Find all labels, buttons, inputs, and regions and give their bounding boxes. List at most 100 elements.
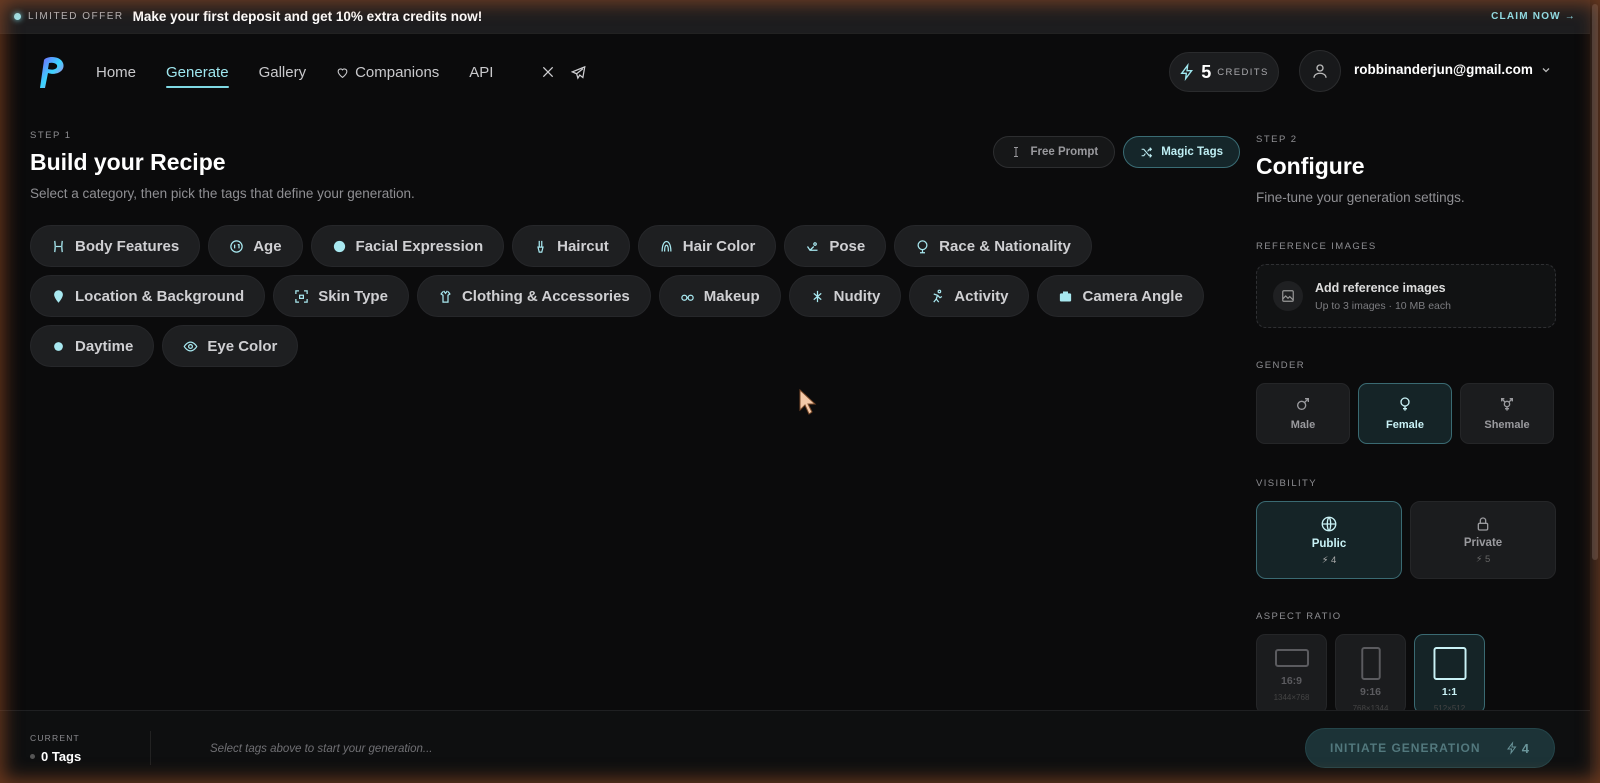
initiate-generation-button[interactable]: INITIATE GENERATION 4 <box>1305 728 1555 768</box>
configure-panel: STEP 2 Configure Fine-tune your generati… <box>1256 134 1556 714</box>
chip-pose[interactable]: Pose <box>784 225 887 267</box>
mode-toggle: Free Prompt Magic Tags <box>993 136 1240 168</box>
chip-label: Daytime <box>75 337 134 355</box>
camera-icon <box>1058 289 1073 304</box>
nav-generate[interactable]: Generate <box>166 64 229 88</box>
nav-companions[interactable]: Companions <box>336 64 439 81</box>
body-icon <box>51 239 66 254</box>
app-logo[interactable] <box>30 52 70 92</box>
chip-age[interactable]: Age <box>208 225 303 267</box>
aspect-16-9-button[interactable]: 16:9 1344×768 <box>1256 634 1327 714</box>
visibility-public-cost: ⚡ 4 <box>1321 554 1337 566</box>
credits-value: 5 <box>1201 61 1212 82</box>
gender-female-label: Female <box>1386 419 1424 431</box>
globe-icon <box>1321 516 1337 531</box>
status-dot <box>14 13 21 20</box>
nav-gallery[interactable]: Gallery <box>259 64 307 81</box>
nudity-icon <box>810 289 825 304</box>
cost-value: 5 <box>1485 553 1491 565</box>
social-links <box>541 65 587 80</box>
nav-companions-label: Companions <box>355 63 440 81</box>
visibility-options: Public ⚡ 4 Private ⚡ 5 <box>1256 501 1556 579</box>
visibility-private-cost: ⚡ 5 <box>1475 553 1491 565</box>
nav-api[interactable]: API <box>469 64 493 81</box>
footer-divider <box>150 731 151 765</box>
initiate-generation-label: INITIATE GENERATION <box>1330 741 1481 755</box>
page-subtitle: Select a category, then pick the tags th… <box>30 186 415 201</box>
chip-daytime[interactable]: Daytime <box>30 325 155 367</box>
gender-shemale-button[interactable]: Shemale <box>1460 383 1554 444</box>
aspect-16-9-dim: 1344×768 <box>1273 693 1310 702</box>
banner-message: Make your first deposit and get 10% extr… <box>132 9 483 24</box>
sun-icon <box>51 339 66 354</box>
visibility-private-label: Private <box>1463 536 1503 549</box>
chip-makeup[interactable]: Makeup <box>658 275 781 317</box>
visibility-label: VISIBILITY <box>1256 478 1317 489</box>
magic-tags-button[interactable]: Magic Tags <box>1123 136 1240 168</box>
chip-hair-color[interactable]: Hair Color <box>637 225 777 267</box>
chip-clothing-accessories[interactable]: Clothing & Accessories <box>416 275 651 317</box>
transgender-symbol-icon <box>1501 398 1513 411</box>
chip-label: Haircut <box>557 237 609 255</box>
portrait-ratio-icon <box>1360 647 1381 680</box>
configure-title: Configure <box>1256 153 1365 179</box>
visibility-public-button[interactable]: Public ⚡ 4 <box>1256 501 1402 579</box>
free-prompt-button[interactable]: Free Prompt <box>993 136 1116 168</box>
configure-subtitle: Fine-tune your generation settings. <box>1256 190 1465 205</box>
chip-label: Clothing & Accessories <box>461 287 630 305</box>
chip-race-nationality[interactable]: Race & Nationality <box>894 225 1092 267</box>
category-chips: Body Features Age Facial Expression Hair… <box>30 225 1230 367</box>
chip-camera-angle[interactable]: Camera Angle <box>1037 275 1204 317</box>
pose-icon <box>805 239 820 254</box>
page-scrollbar[interactable] <box>1590 0 1600 783</box>
chip-skin-type[interactable]: Skin Type <box>273 275 409 317</box>
landscape-ratio-icon <box>1274 649 1309 667</box>
chip-label: Race & Nationality <box>939 237 1071 255</box>
scrollbar-thumb[interactable] <box>1592 4 1598 560</box>
chip-facial-expression[interactable]: Facial Expression <box>310 225 505 267</box>
female-symbol-icon <box>1400 397 1410 411</box>
gender-male-button[interactable]: Male <box>1256 383 1350 444</box>
chip-body-features[interactable]: Body Features <box>30 225 201 267</box>
current-label: CURRENT <box>30 733 80 743</box>
bolt-icon <box>1506 741 1517 755</box>
chip-label: Skin Type <box>318 287 388 305</box>
chip-haircut[interactable]: Haircut <box>512 225 630 267</box>
telegram-icon[interactable] <box>571 65 587 80</box>
visibility-private-button[interactable]: Private ⚡ 5 <box>1410 501 1556 579</box>
chip-location-background[interactable]: Location & Background <box>30 275 266 317</box>
skin-icon <box>294 289 309 304</box>
chip-label: Eye Color <box>207 337 278 355</box>
credits-label: CREDITS <box>1217 66 1269 78</box>
square-ratio-icon <box>1433 647 1466 680</box>
tag-status-dot <box>30 754 35 759</box>
chip-activity[interactable]: Activity <box>909 275 1030 317</box>
gender-female-button[interactable]: Female <box>1358 383 1452 444</box>
text-cursor-icon <box>1014 147 1019 157</box>
x-twitter-icon[interactable] <box>541 65 555 79</box>
credits-badge[interactable]: 5 CREDITS <box>1169 52 1279 92</box>
step2-label: STEP 2 <box>1256 134 1298 145</box>
eye-icon <box>183 339 198 354</box>
chip-label: Makeup <box>703 287 760 305</box>
chip-eye-color[interactable]: Eye Color <box>162 325 299 367</box>
location-icon <box>51 289 66 304</box>
nav-home[interactable]: Home <box>96 64 136 81</box>
bolt-icon <box>1180 63 1194 81</box>
chip-nudity[interactable]: Nudity <box>788 275 902 317</box>
chip-label: Camera Angle <box>1082 287 1183 305</box>
chevron-down-icon[interactable] <box>1540 64 1552 76</box>
promo-banner: LIMITED OFFER Make your first deposit an… <box>0 0 1590 34</box>
banner-tag: LIMITED OFFER <box>28 11 124 22</box>
current-tags-value: 0 Tags <box>41 749 82 764</box>
age-icon <box>229 239 244 254</box>
user-email[interactable]: robbinanderjun@gmail.com <box>1354 62 1533 77</box>
reference-upload-zone[interactable]: Add reference images Up to 3 images · 10… <box>1256 264 1556 328</box>
chip-label: Hair Color <box>682 237 756 255</box>
image-add-icon <box>1273 281 1303 311</box>
aspect-1-1-button[interactable]: 1:1 512×512 <box>1414 634 1485 714</box>
avatar[interactable] <box>1299 50 1341 92</box>
claim-now-link[interactable]: CLAIM NOW → <box>1491 11 1576 22</box>
aspect-9-16-button[interactable]: 9:16 768×1344 <box>1335 634 1406 714</box>
gender-label: GENDER <box>1256 360 1306 371</box>
